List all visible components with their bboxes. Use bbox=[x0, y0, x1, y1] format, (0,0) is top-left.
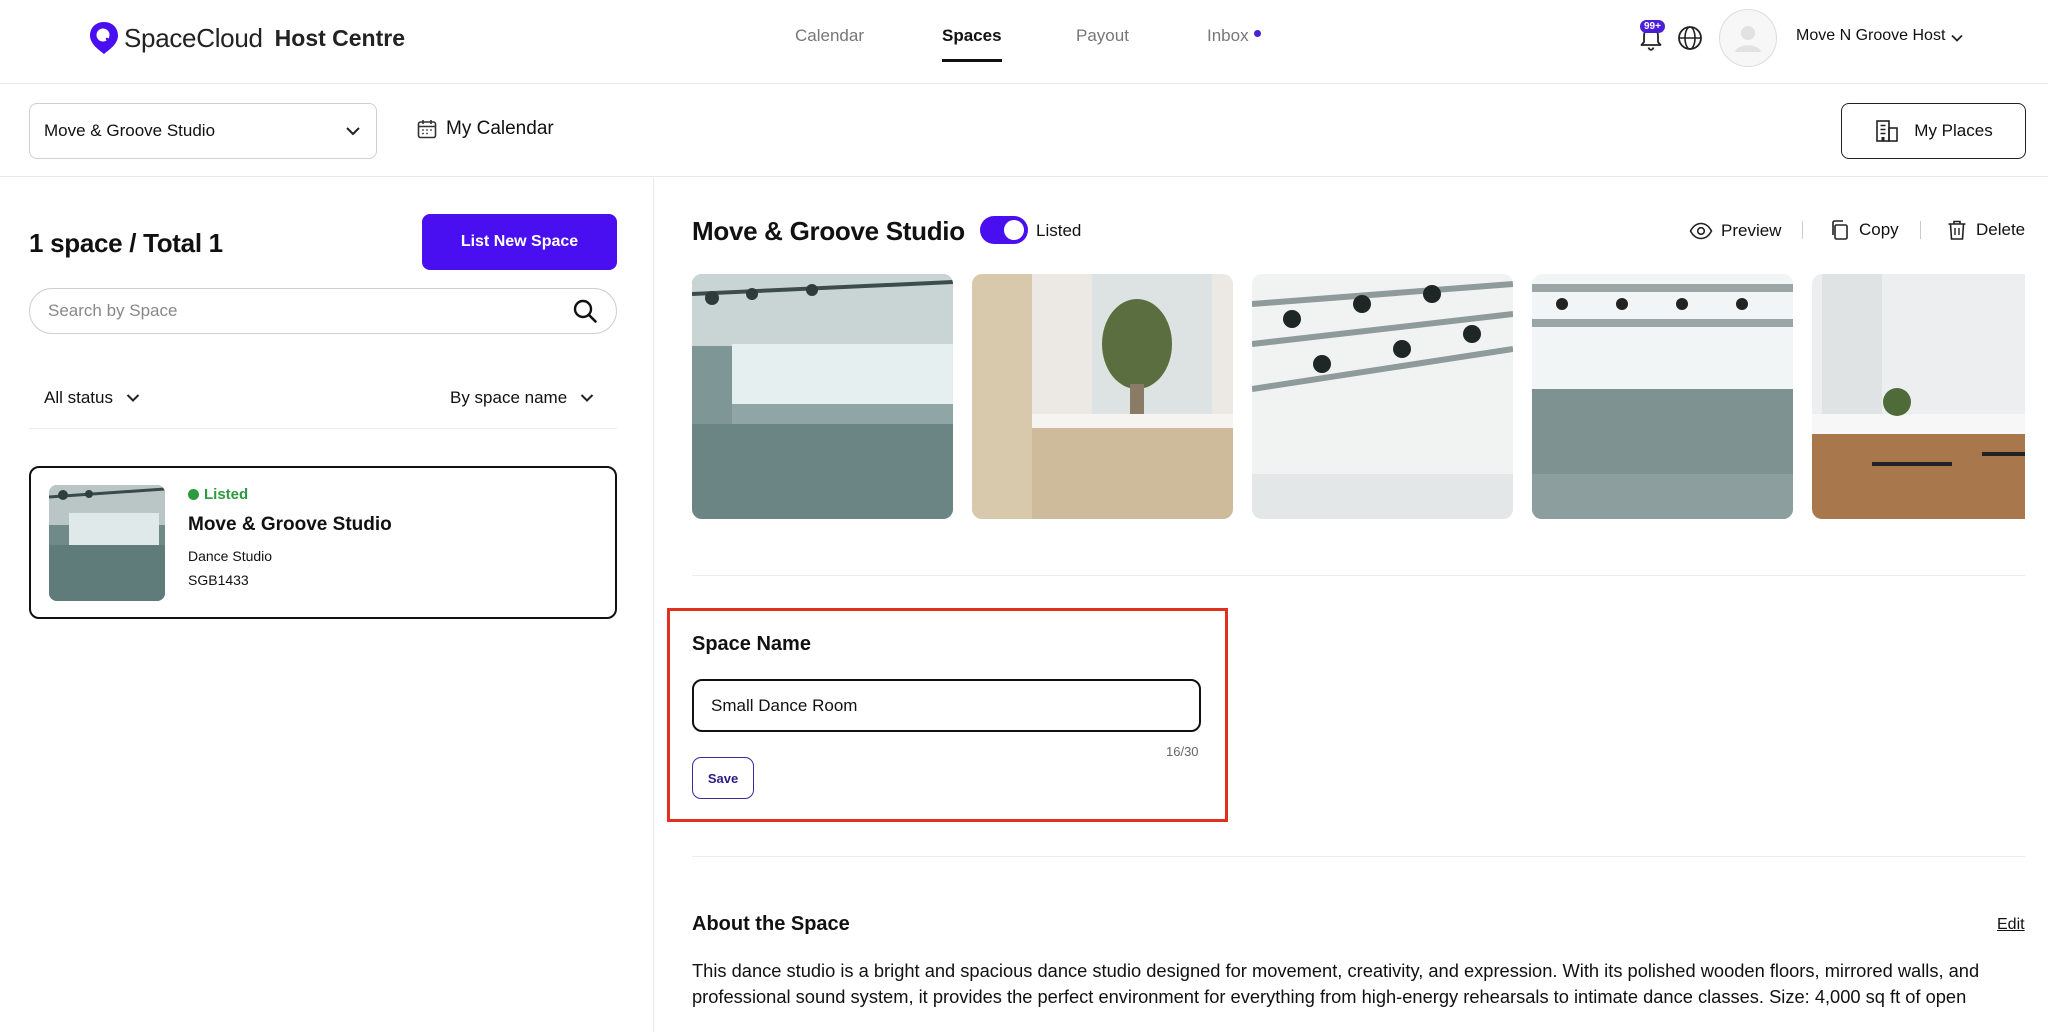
space-card-code: SGB1433 bbox=[188, 572, 249, 588]
studio-select[interactable]: Move & Groove Studio bbox=[29, 103, 377, 159]
sort-filter[interactable]: By space name bbox=[450, 388, 595, 408]
listed-toggle[interactable] bbox=[980, 216, 1028, 244]
trash-icon bbox=[1948, 220, 1966, 240]
brand-name: SpaceCloud bbox=[124, 22, 263, 53]
space-name-input[interactable] bbox=[692, 679, 1201, 732]
status-label: Listed bbox=[204, 486, 249, 503]
preview-button[interactable]: Preview bbox=[1689, 219, 1781, 243]
building-icon bbox=[1876, 120, 1899, 142]
delete-label: Delete bbox=[1976, 220, 2026, 239]
location-pin-icon bbox=[90, 22, 118, 54]
copy-icon bbox=[1832, 220, 1848, 240]
tab-inbox-label: Inbox bbox=[1207, 26, 1249, 45]
divider bbox=[29, 428, 617, 429]
user-icon bbox=[1735, 26, 1761, 52]
gallery-photo[interactable] bbox=[972, 274, 1233, 519]
avatar[interactable] bbox=[1719, 9, 1777, 67]
search-input[interactable]: Search by Space bbox=[29, 288, 617, 334]
about-edit-link[interactable]: Edit bbox=[1997, 916, 2025, 934]
copy-label: Copy bbox=[1859, 220, 1899, 239]
eye-icon bbox=[1689, 222, 1713, 240]
chevron-down-icon bbox=[126, 394, 140, 402]
about-title: About the Space bbox=[692, 913, 850, 935]
char-count: 16/30 bbox=[1166, 744, 1199, 759]
chevron-down-icon bbox=[346, 127, 360, 136]
divider bbox=[1802, 221, 1803, 239]
status-filter-label: All status bbox=[44, 388, 113, 407]
chevron-down-icon bbox=[580, 394, 594, 402]
my-calendar-label: My Calendar bbox=[446, 118, 554, 139]
about-description: This dance studio is a bright and spacio… bbox=[692, 960, 1980, 1007]
chevron-down-icon[interactable] bbox=[1950, 31, 1964, 45]
spaces-list-panel: 1 space / Total 1 List New Space Search … bbox=[0, 178, 654, 1032]
space-card-type: Dance Studio bbox=[188, 548, 273, 564]
brand-section: Host Centre bbox=[274, 24, 406, 51]
gallery-photo[interactable] bbox=[692, 274, 953, 519]
tab-spaces[interactable]: Spaces bbox=[942, 26, 1002, 62]
spaces-count: 1 space / Total 1 bbox=[29, 228, 223, 258]
status-badge: Listed bbox=[188, 486, 248, 503]
gallery-photo[interactable] bbox=[1252, 274, 1513, 519]
space-title: Move & Groove Studio bbox=[692, 216, 965, 246]
status-filter[interactable]: All status bbox=[44, 388, 141, 408]
tab-inbox[interactable]: Inbox bbox=[1207, 26, 1261, 62]
sub-header: Move & Groove Studio My Calendar My Plac… bbox=[0, 85, 2048, 177]
gallery-photo[interactable] bbox=[1532, 274, 1793, 519]
save-button[interactable]: Save bbox=[692, 757, 754, 799]
listed-label: Listed bbox=[1036, 221, 1082, 240]
my-calendar-link[interactable]: My Calendar bbox=[416, 118, 554, 140]
my-places-label: My Places bbox=[1914, 121, 1993, 140]
divider bbox=[692, 856, 2025, 857]
notification-badge: 99+ bbox=[1640, 20, 1665, 33]
sort-filter-label: By space name bbox=[450, 388, 568, 407]
delete-button[interactable]: Delete bbox=[1946, 219, 2025, 241]
unread-dot bbox=[1253, 30, 1261, 37]
user-name[interactable]: Move N Groove Host bbox=[1796, 27, 1945, 45]
space-card[interactable]: Listed Move & Groove Studio Dance Studio… bbox=[29, 466, 617, 619]
search-placeholder: Search by Space bbox=[48, 301, 178, 320]
list-new-space-button[interactable]: List New Space bbox=[422, 214, 617, 270]
status-dot bbox=[188, 489, 199, 500]
tab-calendar[interactable]: Calendar bbox=[795, 26, 864, 62]
divider bbox=[692, 575, 2025, 576]
tab-payout[interactable]: Payout bbox=[1076, 26, 1129, 62]
my-places-button[interactable]: My Places bbox=[1841, 103, 2026, 159]
brand-logo[interactable]: SpaceCloud Host Centre bbox=[88, 20, 405, 56]
divider bbox=[1920, 221, 1921, 239]
space-card-title: Move & Groove Studio bbox=[188, 514, 392, 535]
studio-select-value: Move & Groove Studio bbox=[44, 121, 216, 140]
search-icon[interactable] bbox=[572, 298, 598, 324]
top-navigation: SpaceCloud Host Centre Calendar Spaces P… bbox=[0, 0, 2048, 84]
photo-gallery bbox=[692, 274, 2025, 519]
space-name-label: Space Name bbox=[692, 633, 811, 655]
preview-label: Preview bbox=[1721, 221, 1782, 240]
gallery-photo[interactable] bbox=[1812, 274, 2025, 519]
space-thumbnail bbox=[49, 485, 165, 601]
calendar-icon bbox=[417, 120, 437, 139]
copy-button[interactable]: Copy bbox=[1829, 219, 1899, 241]
globe-icon[interactable] bbox=[1677, 25, 1703, 51]
